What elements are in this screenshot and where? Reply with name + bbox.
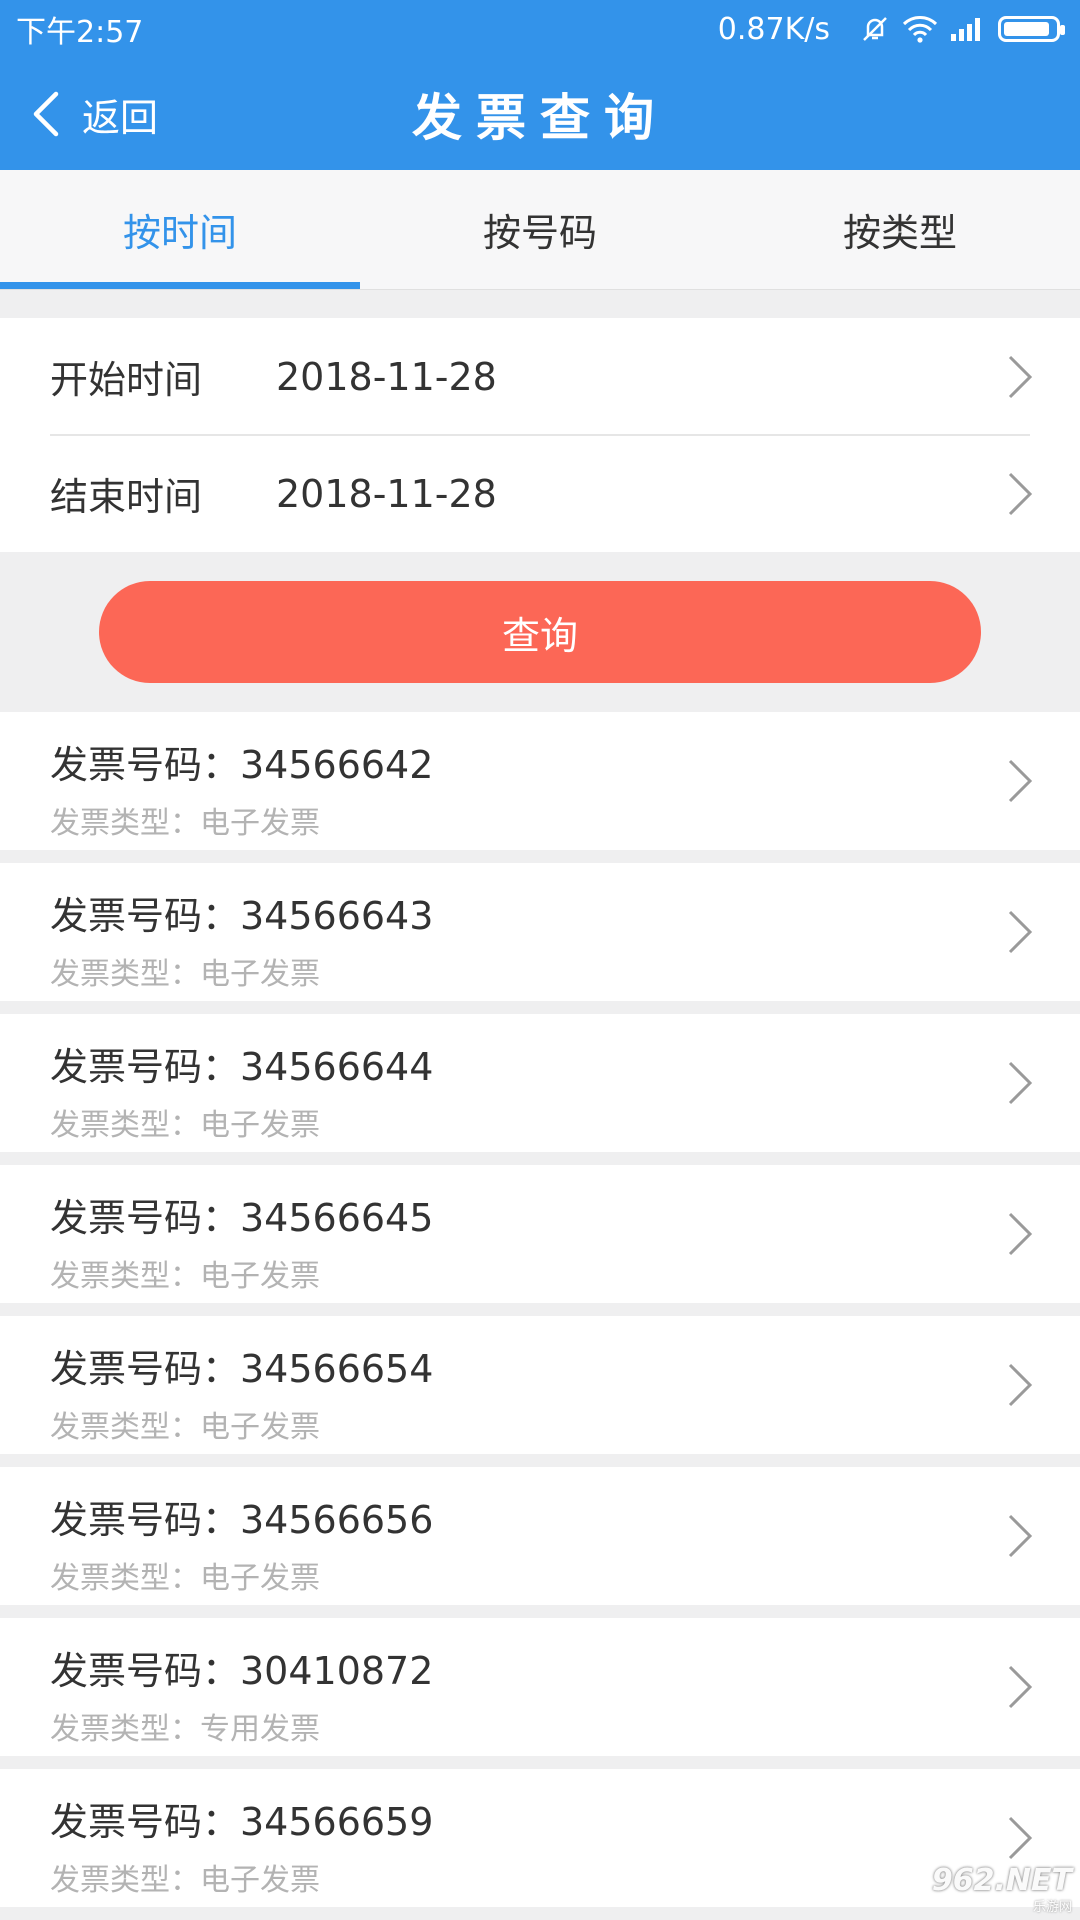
status-time: 下午2:57 [16, 15, 144, 50]
end-date-label: 结束时间 [50, 475, 203, 519]
page-title: 发票查询 [412, 89, 668, 147]
invoice-number: 发票号码：34566645 [50, 1196, 434, 1240]
end-date-row[interactable]: 结束时间 2018-11-28 [0, 435, 1080, 552]
start-date-row[interactable]: 开始时间 2018-11-28 [0, 318, 1080, 435]
invoice-type: 发票类型：电子发票 [50, 1561, 320, 1596]
invoice-number: 发票号码：34566656 [50, 1498, 434, 1542]
signal-icon [950, 16, 984, 42]
query-button[interactable]: 查询 [99, 581, 981, 683]
watermark-logo: 962.NET [931, 1862, 1072, 1898]
chevron-right-icon [1006, 863, 1034, 1001]
invoice-list-item[interactable]: 发票号码：30410872 发票类型：专用发票 [0, 1618, 1080, 1756]
chevron-right-icon [1006, 1165, 1034, 1303]
invoice-list-item[interactable]: 发票号码：34566644 发票类型：电子发票 [0, 1014, 1080, 1152]
invoice-number: 发票号码：34566659 [50, 1800, 434, 1844]
start-date-value: 2018-11-28 [276, 354, 497, 399]
invoice-list: 发票号码：34566642 发票类型：电子发票 发票号码：34566643 发票… [0, 712, 1080, 1920]
back-label: 返回 [82, 95, 159, 140]
invoice-list-item[interactable]: 发票号码：34566642 发票类型：电子发票 [0, 712, 1080, 850]
chevron-right-icon [1006, 1316, 1034, 1454]
invoice-number: 发票号码：30410872 [50, 1649, 434, 1693]
start-date-label: 开始时间 [50, 358, 203, 402]
chevron-right-icon [1006, 1618, 1034, 1756]
tab-by-time[interactable]: 按时间 [0, 170, 360, 289]
back-button[interactable]: 返回 [30, 58, 158, 170]
invoice-list-item[interactable]: 发票号码：34566645 发票类型：电子发票 [0, 1165, 1080, 1303]
chevron-right-icon [1006, 1014, 1034, 1152]
invoice-type: 发票类型：电子发票 [50, 806, 320, 841]
invoice-number: 发票号码：34566654 [50, 1347, 434, 1391]
tab-by-type[interactable]: 按类型 [720, 170, 1080, 289]
invoice-list-item[interactable]: 发票号码：34566656 发票类型：电子发票 [0, 1467, 1080, 1605]
date-filter-section: 开始时间 2018-11-28 结束时间 2018-11-28 [0, 318, 1080, 552]
chevron-right-icon [1006, 435, 1034, 552]
chevron-right-icon [1006, 318, 1034, 435]
filter-tabs: 按时间 按号码 按类型 [0, 170, 1080, 290]
app-header: 返回 发票查询 [0, 58, 1080, 170]
wifi-icon [902, 15, 938, 43]
end-date-value: 2018-11-28 [276, 471, 497, 516]
invoice-type: 发票类型：电子发票 [50, 1410, 320, 1445]
site-watermark: 962.NET 乐游网 [932, 1864, 1072, 1916]
invoice-type: 发票类型：专用发票 [50, 1712, 320, 1747]
invoice-type: 发票类型：电子发票 [50, 1108, 320, 1143]
invoice-number: 发票号码：34566644 [50, 1045, 434, 1089]
back-chevron-icon [33, 91, 59, 137]
chevron-right-icon [1006, 1467, 1034, 1605]
watermark-sub: 乐游网 [1032, 1899, 1072, 1915]
invoice-list-item[interactable]: 发票号码：34566654 发票类型：电子发票 [0, 1316, 1080, 1454]
invoice-type: 发票类型：电子发票 [50, 1863, 320, 1898]
mute-bell-icon [860, 14, 890, 44]
status-bar: 下午2:57 0.87K/s [0, 0, 1080, 58]
invoice-list-item[interactable]: 发票号码：34566659 发票类型：电子发票 [0, 1769, 1080, 1907]
invoice-type: 发票类型：电子发票 [50, 1259, 320, 1294]
invoice-type: 发票类型：电子发票 [50, 957, 320, 992]
tab-by-number[interactable]: 按号码 [360, 170, 720, 289]
invoice-number: 发票号码：34566643 [50, 894, 434, 938]
battery-icon [998, 16, 1065, 42]
query-area: 查询 [0, 552, 1080, 710]
invoice-list-item[interactable]: 发票号码：34566643 发票类型：电子发票 [0, 863, 1080, 1001]
battery-fill [1004, 22, 1049, 36]
network-rate: 0.87K/s [717, 11, 830, 47]
invoice-number: 发票号码：34566642 [50, 743, 434, 787]
chevron-right-icon [1006, 712, 1034, 850]
